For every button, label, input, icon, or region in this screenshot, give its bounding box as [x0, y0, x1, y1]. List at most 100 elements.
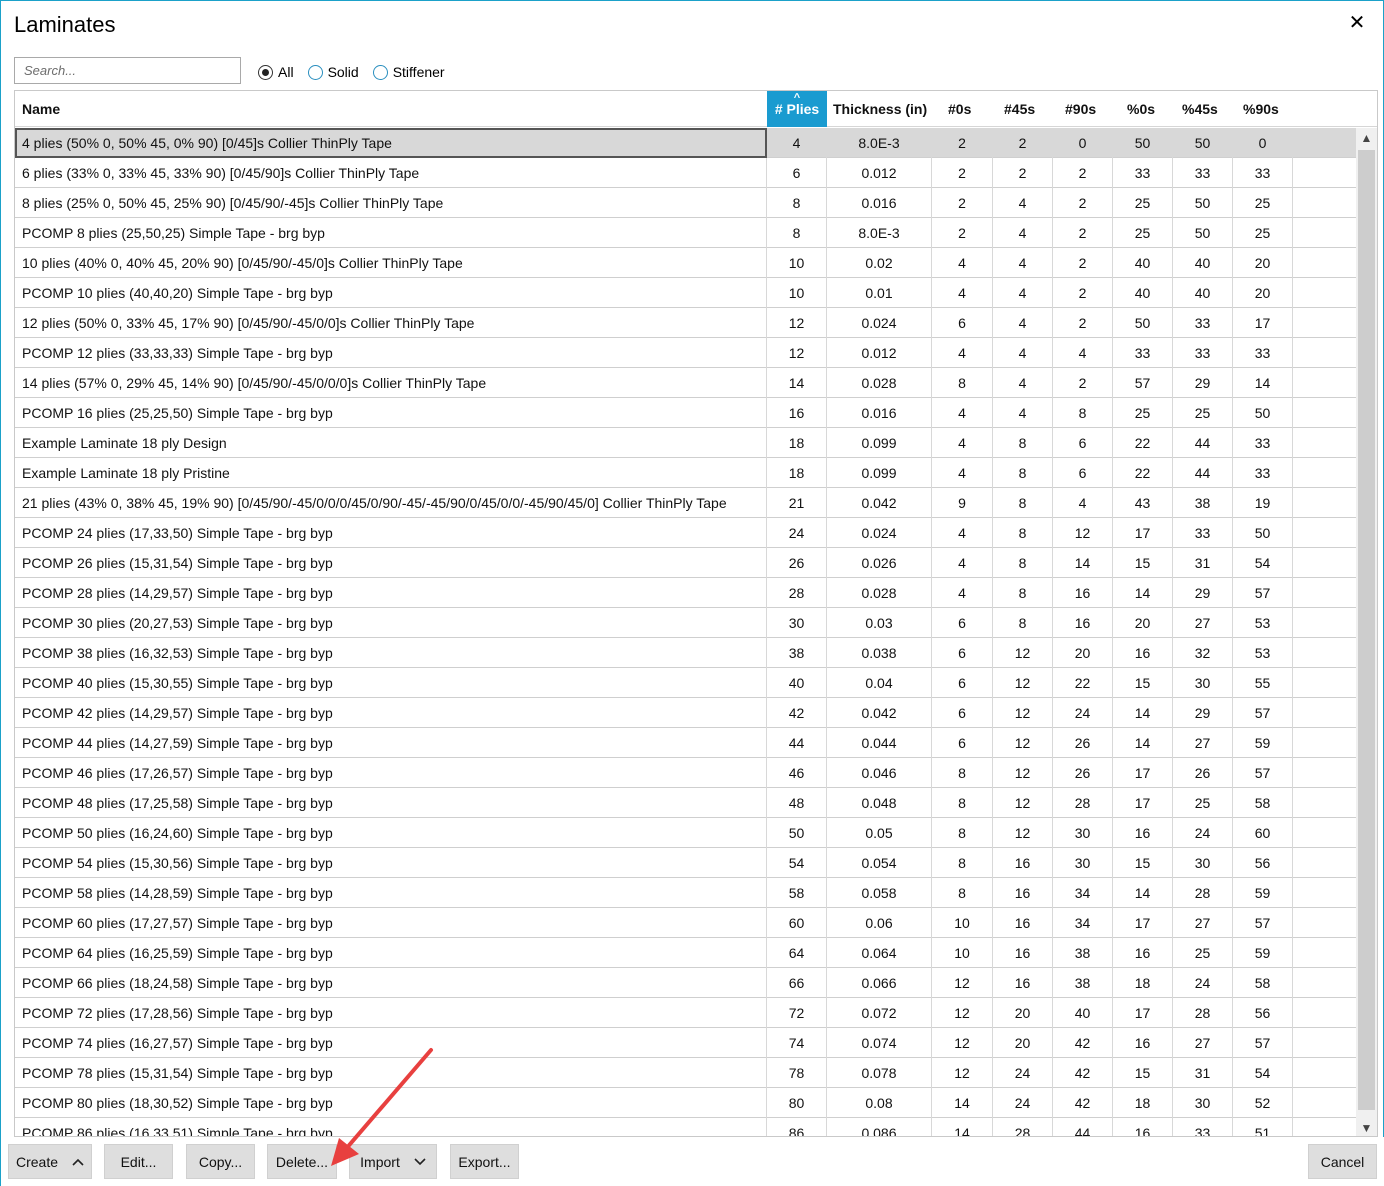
close-icon[interactable]: ✕ [1345, 11, 1369, 35]
table-row[interactable]: 6 plies (33% 0, 33% 45, 33% 90) [0/45/90… [15, 158, 1358, 188]
cell-pct-0s: 17 [1113, 908, 1173, 938]
cell-plies: 38 [767, 638, 827, 668]
cell-90s: 12 [1053, 518, 1113, 548]
table-row[interactable]: PCOMP 58 plies (14,28,59) Simple Tape - … [15, 878, 1358, 908]
table-row[interactable]: 21 plies (43% 0, 38% 45, 19% 90) [0/45/9… [15, 488, 1358, 518]
export-button-label: Export... [458, 1153, 511, 1170]
cell-45s: 4 [993, 278, 1053, 308]
table-row[interactable]: PCOMP 12 plies (33,33,33) Simple Tape - … [15, 338, 1358, 368]
cell-plies: 60 [767, 908, 827, 938]
table-row[interactable]: PCOMP 42 plies (14,29,57) Simple Tape - … [15, 698, 1358, 728]
column-header[interactable]: #45s [1004, 91, 1035, 127]
cell-pct-90s: 25 [1233, 188, 1293, 218]
export-button[interactable]: Export... [450, 1144, 519, 1179]
cell-0s: 4 [932, 248, 993, 278]
edit-button[interactable]: Edit... [104, 1144, 173, 1179]
table-row[interactable]: PCOMP 74 plies (16,27,57) Simple Tape - … [15, 1028, 1358, 1058]
cell-45s: 4 [993, 338, 1053, 368]
column-header[interactable]: #90s [1065, 91, 1096, 127]
table-row[interactable]: 14 plies (57% 0, 29% 45, 14% 90) [0/45/9… [15, 368, 1358, 398]
cell-pct-90s: 55 [1233, 668, 1293, 698]
table-row[interactable]: 8 plies (25% 0, 50% 45, 25% 90) [0/45/90… [15, 188, 1358, 218]
column-header[interactable]: Name [22, 91, 60, 127]
table-row[interactable]: PCOMP 28 plies (14,29,57) Simple Tape - … [15, 578, 1358, 608]
cell-0s: 10 [932, 908, 993, 938]
column-header-label: %0s [1127, 101, 1156, 117]
cancel-button[interactable]: Cancel [1308, 1144, 1377, 1179]
radio-checked-icon [258, 64, 273, 80]
table-row[interactable]: PCOMP 72 plies (17,28,56) Simple Tape - … [15, 998, 1358, 1028]
table-row[interactable]: PCOMP 26 plies (15,31,54) Simple Tape - … [15, 548, 1358, 578]
cell-45s: 2 [993, 158, 1053, 188]
column-header[interactable]: #0s [948, 91, 971, 127]
copy-button[interactable]: Copy... [186, 1144, 255, 1179]
cell-pct-90s: 50 [1233, 398, 1293, 428]
cell-pct-90s: 51 [1233, 1118, 1293, 1136]
table-row[interactable]: PCOMP 78 plies (15,31,54) Simple Tape - … [15, 1058, 1358, 1088]
cell-pct-0s: 15 [1113, 848, 1173, 878]
delete-button[interactable]: Delete... [267, 1144, 337, 1179]
import-button[interactable]: Import [349, 1144, 437, 1179]
cell-name: 14 plies (57% 0, 29% 45, 14% 90) [0/45/9… [15, 368, 767, 398]
table-row[interactable]: PCOMP 30 plies (20,27,53) Simple Tape - … [15, 608, 1358, 638]
cell-plies: 58 [767, 878, 827, 908]
column-header[interactable]: %0s [1127, 91, 1155, 127]
cell-pct-90s: 52 [1233, 1088, 1293, 1118]
cell-thickness: 0.02 [827, 248, 932, 278]
table-row[interactable]: PCOMP 60 plies (17,27,57) Simple Tape - … [15, 908, 1358, 938]
cell-0s: 4 [932, 458, 993, 488]
scroll-up-icon[interactable]: ▲ [1356, 128, 1377, 148]
table-row[interactable]: PCOMP 38 plies (16,32,53) Simple Tape - … [15, 638, 1358, 668]
radio-solid[interactable]: Solid [307, 64, 359, 80]
cell-0s: 6 [932, 308, 993, 338]
table-row[interactable]: PCOMP 46 plies (17,26,57) Simple Tape - … [15, 758, 1358, 788]
table-row[interactable]: 12 plies (50% 0, 33% 45, 17% 90) [0/45/9… [15, 308, 1358, 338]
cell-thickness: 0.078 [827, 1058, 932, 1088]
cell-name: PCOMP 46 plies (17,26,57) Simple Tape - … [15, 758, 767, 788]
column-header-label: %90s [1243, 101, 1279, 117]
scroll-down-icon[interactable]: ▼ [1356, 1118, 1377, 1136]
table-row[interactable]: PCOMP 50 plies (16,24,60) Simple Tape - … [15, 818, 1358, 848]
table-row[interactable]: 4 plies (50% 0, 50% 45, 0% 90) [0/45]s C… [15, 128, 1358, 158]
column-header[interactable]: %90s [1243, 91, 1279, 127]
table-row[interactable]: PCOMP 8 plies (25,50,25) Simple Tape - b… [15, 218, 1358, 248]
table-row[interactable]: PCOMP 86 plies (16,33,51) Simple Tape - … [15, 1118, 1358, 1136]
cell-plies: 66 [767, 968, 827, 998]
cell-pct-0s: 14 [1113, 728, 1173, 758]
table-row[interactable]: Example Laminate 18 ply Design 18 0.099 4 8 6… [15, 428, 1358, 458]
scroll-thumb[interactable] [1358, 150, 1375, 1110]
table-row[interactable]: PCOMP 24 plies (17,33,50) Simple Tape - … [15, 518, 1358, 548]
cell-name: PCOMP 66 plies (18,24,58) Simple Tape - … [15, 968, 767, 998]
table-row[interactable]: PCOMP 10 plies (40,40,20) Simple Tape - … [15, 278, 1358, 308]
radio-all[interactable]: All [258, 64, 294, 80]
cell-name: PCOMP 30 plies (20,27,53) Simple Tape - … [15, 608, 767, 638]
cell-pct-45s: 33 [1173, 518, 1233, 548]
cell-0s: 6 [932, 668, 993, 698]
column-header[interactable]: %45s [1182, 91, 1218, 127]
table-row[interactable]: PCOMP 64 plies (16,25,59) Simple Tape - … [15, 938, 1358, 968]
table-row[interactable]: PCOMP 54 plies (15,30,56) Simple Tape - … [15, 848, 1358, 878]
cell-pct-45s: 33 [1173, 338, 1233, 368]
cell-thickness: 0.012 [827, 338, 932, 368]
vertical-scrollbar[interactable]: ▲ ▼ [1356, 128, 1377, 1136]
table-row[interactable]: PCOMP 16 plies (25,25,50) Simple Tape - … [15, 398, 1358, 428]
cell-0s: 12 [932, 998, 993, 1028]
cell-thickness: 0.048 [827, 788, 932, 818]
cell-0s: 6 [932, 638, 993, 668]
table-row[interactable]: 10 plies (40% 0, 40% 45, 20% 90) [0/45/9… [15, 248, 1358, 278]
table-row[interactable]: PCOMP 66 plies (18,24,58) Simple Tape - … [15, 968, 1358, 998]
cell-90s: 16 [1053, 608, 1113, 638]
table-row[interactable]: PCOMP 44 plies (14,27,59) Simple Tape - … [15, 728, 1358, 758]
column-header[interactable]: Thickness (in) [833, 91, 927, 127]
table-row[interactable]: Example Laminate 18 ply Pristine 18 0.099 4… [15, 458, 1358, 488]
radio-stiffener[interactable]: Stiffener [372, 64, 445, 80]
cell-45s: 4 [993, 218, 1053, 248]
cell-name: 6 plies (33% 0, 33% 45, 33% 90) [0/45/90… [15, 158, 767, 188]
search-input[interactable] [14, 57, 241, 84]
create-button[interactable]: Create [8, 1144, 92, 1179]
table-row[interactable]: PCOMP 80 plies (18,30,52) Simple Tape - … [15, 1088, 1358, 1118]
cell-pct-0s: 17 [1113, 788, 1173, 818]
column-header[interactable]: ^ # Plies [767, 91, 827, 127]
table-row[interactable]: PCOMP 48 plies (17,25,58) Simple Tape - … [15, 788, 1358, 818]
table-row[interactable]: PCOMP 40 plies (15,30,55) Simple Tape - … [15, 668, 1358, 698]
